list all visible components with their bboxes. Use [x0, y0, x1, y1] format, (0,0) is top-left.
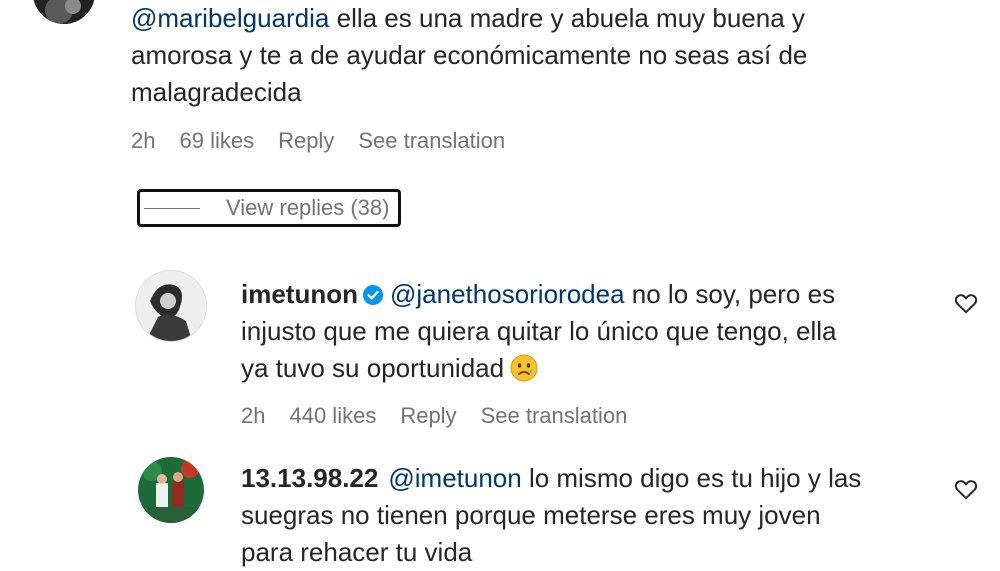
view-replies-label: View replies (38) — [226, 195, 390, 220]
likes-count[interactable]: 69 likes — [179, 128, 254, 154]
mention-link[interactable]: @imetunon — [388, 463, 521, 493]
verified-badge-icon — [362, 279, 384, 305]
comment1-meta: 2h 69 likes Reply See translation — [131, 128, 505, 154]
divider-line — [144, 207, 200, 209]
timestamp: 2h — [131, 128, 156, 153]
mention-link[interactable]: @maribelguardia — [131, 3, 329, 33]
see-translation-button[interactable]: See translation — [358, 128, 505, 154]
comment2-body: imetunon @janethosoriorodea no lo soy, pe… — [241, 276, 941, 387]
comment3-body: 13.13.98.22 @imetunon lo mismo digo es tu… — [241, 460, 941, 571]
comment-text: lo mismo digo es tu hijo y las — [521, 463, 862, 493]
avatar-comment1[interactable] — [33, 0, 95, 24]
avatar-13-13-98-22[interactable] — [138, 457, 204, 523]
avatar-imetunon[interactable] — [135, 270, 207, 342]
like-heart-icon[interactable] — [953, 290, 979, 316]
reply-button[interactable]: Reply — [278, 128, 334, 154]
comment-text: no lo soy, pero es — [624, 279, 836, 309]
comment-text: malagradecida — [131, 77, 302, 107]
reply-button[interactable]: Reply — [400, 403, 456, 429]
timestamp: 2h — [241, 403, 266, 428]
comment-text: ella es una madre y abuela muy buena y — [329, 3, 805, 33]
mention-link[interactable]: @janethosoriorodea — [390, 279, 625, 309]
likes-count[interactable]: 440 likes — [289, 403, 376, 429]
username-link[interactable]: imetunon — [241, 279, 358, 309]
comment-text: amorosa y te a de ayudar económicamente … — [131, 40, 808, 70]
comment-text: injusto que me quiera quitar lo único qu… — [241, 316, 837, 346]
comment-text: suegras no tienen porque meterse eres mu… — [241, 500, 821, 530]
view-replies-button[interactable]: View replies (38) — [137, 189, 401, 227]
sad-face-emoji-icon — [510, 354, 538, 382]
comment2-meta: 2h 440 likes Reply See translation — [241, 403, 627, 429]
see-translation-button[interactable]: See translation — [481, 403, 628, 429]
comment-text: para rehacer tu vida — [241, 537, 473, 567]
like-heart-icon[interactable] — [953, 476, 979, 502]
comment1-body: @maribelguardia ella es una madre y abue… — [131, 0, 911, 111]
username-link[interactable]: 13.13.98.22 — [241, 463, 378, 493]
comment-text: ya tuvo su oportunidad — [241, 353, 505, 383]
